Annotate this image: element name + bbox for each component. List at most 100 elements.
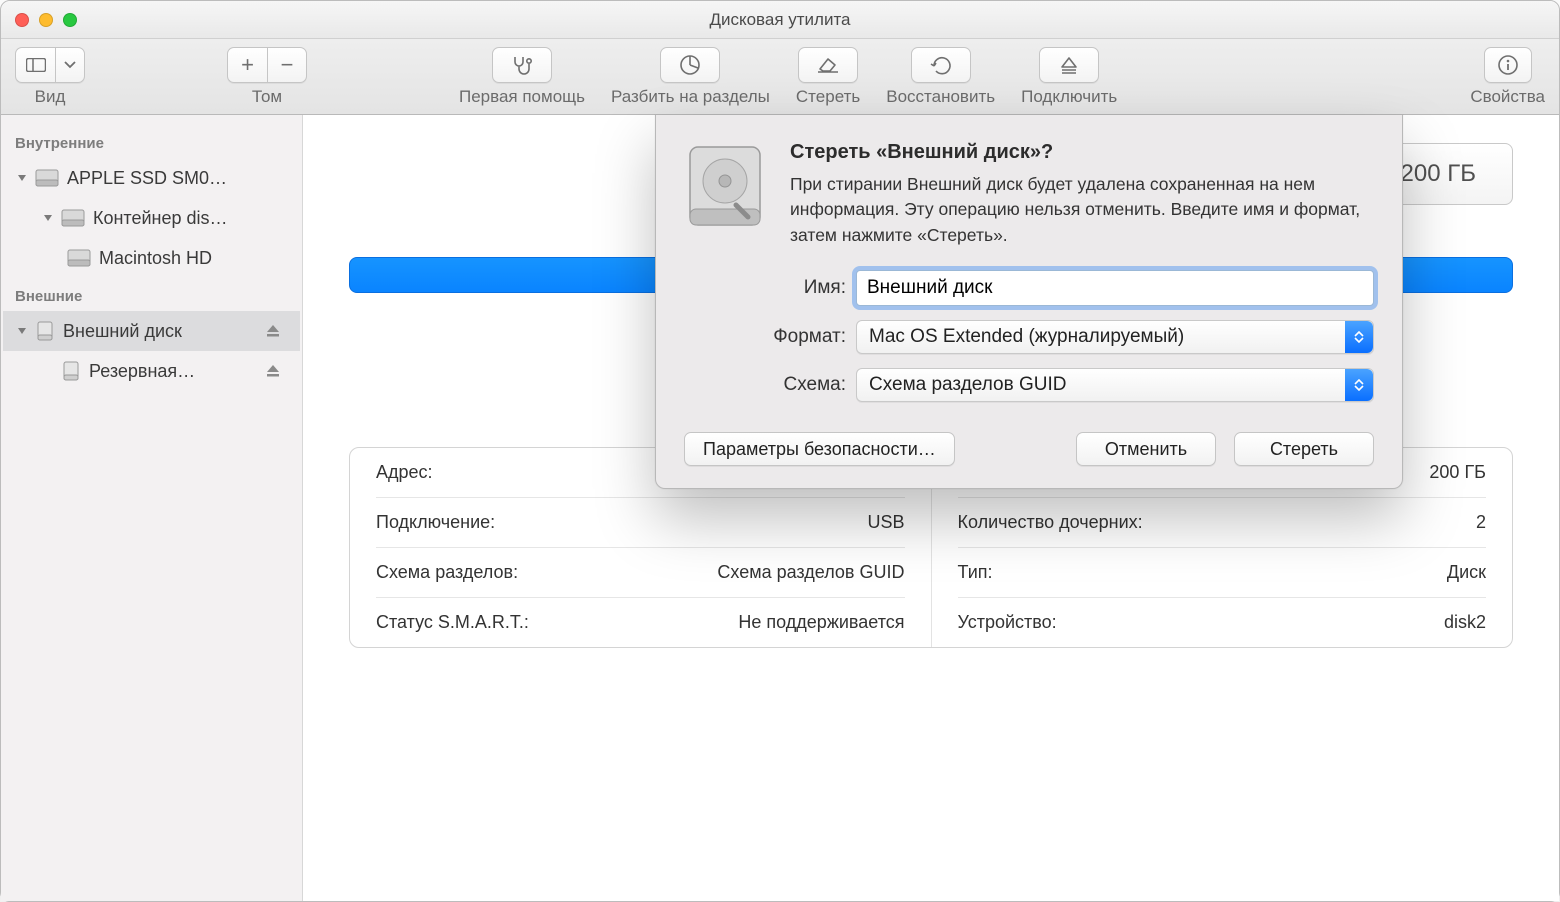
info-label: Тип: <box>958 562 993 583</box>
sidebar-item-label: Резервная… <box>89 361 258 382</box>
view-menu-button[interactable] <box>55 47 85 83</box>
sidebar-item-label: Контейнер dis… <box>93 208 290 229</box>
restore-icon <box>930 55 952 75</box>
mount-button[interactable] <box>1039 47 1099 83</box>
sidebar-item-container[interactable]: Контейнер dis… <box>3 198 300 238</box>
dialog-form: Имя: Формат: Mac OS Extended (журналируе… <box>684 270 1374 402</box>
format-combo[interactable]: Mac OS Extended (журналируемый) <box>856 320 1374 354</box>
name-input[interactable] <box>856 270 1374 306</box>
eject-icon[interactable] <box>266 324 280 338</box>
info-row: Устройство: disk2 <box>958 598 1487 647</box>
body: Внутренние APPLE SSD SM0… Контейнер dis…… <box>1 115 1559 901</box>
plus-icon: + <box>241 54 254 76</box>
erase-confirm-button[interactable]: Стереть <box>1234 432 1374 466</box>
disclosure-triangle-icon[interactable] <box>17 173 27 183</box>
sidebar-item-apple-ssd[interactable]: APPLE SSD SM0… <box>3 158 300 198</box>
info-label: Количество дочерних: <box>958 512 1143 533</box>
info-icon <box>1497 54 1519 76</box>
window-controls <box>15 13 77 27</box>
toolbar: Вид + − Том Первая помощь <box>1 39 1559 115</box>
erase-label: Стереть <box>796 87 860 107</box>
view-label: Вид <box>35 87 66 107</box>
main-panel: 200 ГБ Адрес:Внешние Подключение:USB Схе… <box>303 115 1559 901</box>
info-value: Схема разделов GUID <box>717 562 904 583</box>
combo-arrows-icon <box>1345 321 1373 353</box>
hdd-icon <box>67 249 91 267</box>
erase-button[interactable] <box>798 47 858 83</box>
volume-label: Том <box>252 87 282 107</box>
hdd-icon <box>61 209 85 227</box>
external-disk-icon <box>35 320 55 342</box>
restore-label: Восстановить <box>886 87 995 107</box>
erase-icon <box>816 56 840 74</box>
minimize-window-button[interactable] <box>39 13 53 27</box>
partition-label: Разбить на разделы <box>611 87 770 107</box>
external-disk-icon <box>61 360 81 382</box>
sidebar-item-label: Внешний диск <box>63 321 258 342</box>
info-label: Подключение: <box>376 512 495 533</box>
info-value: Не поддерживается <box>738 612 904 633</box>
scheme-combo[interactable]: Схема разделов GUID <box>856 368 1374 402</box>
info-label: Устройство: <box>958 612 1057 633</box>
sidebar-item-label: Macintosh HD <box>99 248 290 269</box>
disclosure-triangle-icon[interactable] <box>17 326 27 336</box>
sidebar: Внутренние APPLE SSD SM0… Контейнер dis…… <box>1 115 303 901</box>
cancel-button[interactable]: Отменить <box>1076 432 1216 466</box>
info-label: Адрес: <box>376 462 433 483</box>
partition-button[interactable] <box>660 47 720 83</box>
info-value: 200 ГБ <box>1429 462 1486 483</box>
add-volume-button[interactable]: + <box>227 47 267 83</box>
combo-arrows-icon <box>1345 369 1373 401</box>
remove-volume-button[interactable]: − <box>267 47 307 83</box>
info-row: Схема разделов: Схема разделов GUID <box>376 548 905 598</box>
scheme-value: Схема разделов GUID <box>869 374 1066 396</box>
minus-icon: − <box>281 54 294 76</box>
info-row: Тип: Диск <box>958 548 1487 598</box>
first-aid-label: Первая помощь <box>459 87 585 107</box>
sidebar-view-button[interactable] <box>15 47 55 83</box>
sidebar-item-external-disk[interactable]: Внешний диск <box>3 311 300 351</box>
dialog-description: При стирании Внешний диск будет удалена … <box>790 172 1374 248</box>
sidebar-item-backup[interactable]: Резервная… <box>3 351 300 391</box>
info-value: USB <box>867 512 904 533</box>
format-label: Формат: <box>684 326 846 348</box>
sidebar-header-internal: Внутренние <box>1 125 302 158</box>
info-row: Статус S.M.A.R.T.: Не поддерживается <box>376 598 905 647</box>
erase-dialog: Стереть «Внешний диск»? При стирании Вне… <box>655 115 1403 489</box>
info-value: 2 <box>1476 512 1486 533</box>
mount-icon <box>1059 55 1079 75</box>
hdd-icon <box>35 169 59 187</box>
dialog-actions: Параметры безопасности… Отменить Стереть <box>684 432 1374 466</box>
info-label: Схема разделов: <box>376 562 518 583</box>
info-button[interactable] <box>1484 47 1532 83</box>
close-window-button[interactable] <box>15 13 29 27</box>
info-label: Свойства <box>1470 87 1545 107</box>
chevron-down-icon <box>64 61 76 69</box>
hdd-large-icon <box>684 141 766 231</box>
info-value: Диск <box>1447 562 1486 583</box>
scheme-label: Схема: <box>684 374 846 396</box>
sidebar-header-external: Внешние <box>1 278 302 311</box>
stethoscope-icon <box>510 55 534 75</box>
mount-label: Подключить <box>1021 87 1117 107</box>
titlebar: Дисковая утилита <box>1 1 1559 39</box>
dialog-title: Стереть «Внешний диск»? <box>790 141 1374 164</box>
info-row: Подключение: USB <box>376 498 905 548</box>
sidebar-item-label: APPLE SSD SM0… <box>67 168 290 189</box>
info-value: disk2 <box>1444 612 1486 633</box>
first-aid-button[interactable] <box>492 47 552 83</box>
pie-icon <box>679 54 701 76</box>
window-title: Дисковая утилита <box>709 10 850 30</box>
disclosure-triangle-icon[interactable] <box>43 213 53 223</box>
info-label: Статус S.M.A.R.T.: <box>376 612 529 633</box>
sidebar-item-macintosh-hd[interactable]: Macintosh HD <box>3 238 300 278</box>
format-value: Mac OS Extended (журналируемый) <box>869 326 1184 348</box>
app-window: Дисковая утилита Вид <box>0 0 1560 902</box>
info-row: Количество дочерних: 2 <box>958 498 1487 548</box>
security-options-button[interactable]: Параметры безопасности… <box>684 432 955 466</box>
zoom-window-button[interactable] <box>63 13 77 27</box>
restore-button[interactable] <box>911 47 971 83</box>
eject-icon[interactable] <box>266 364 280 378</box>
sidebar-icon <box>26 58 46 72</box>
name-label: Имя: <box>684 277 846 299</box>
